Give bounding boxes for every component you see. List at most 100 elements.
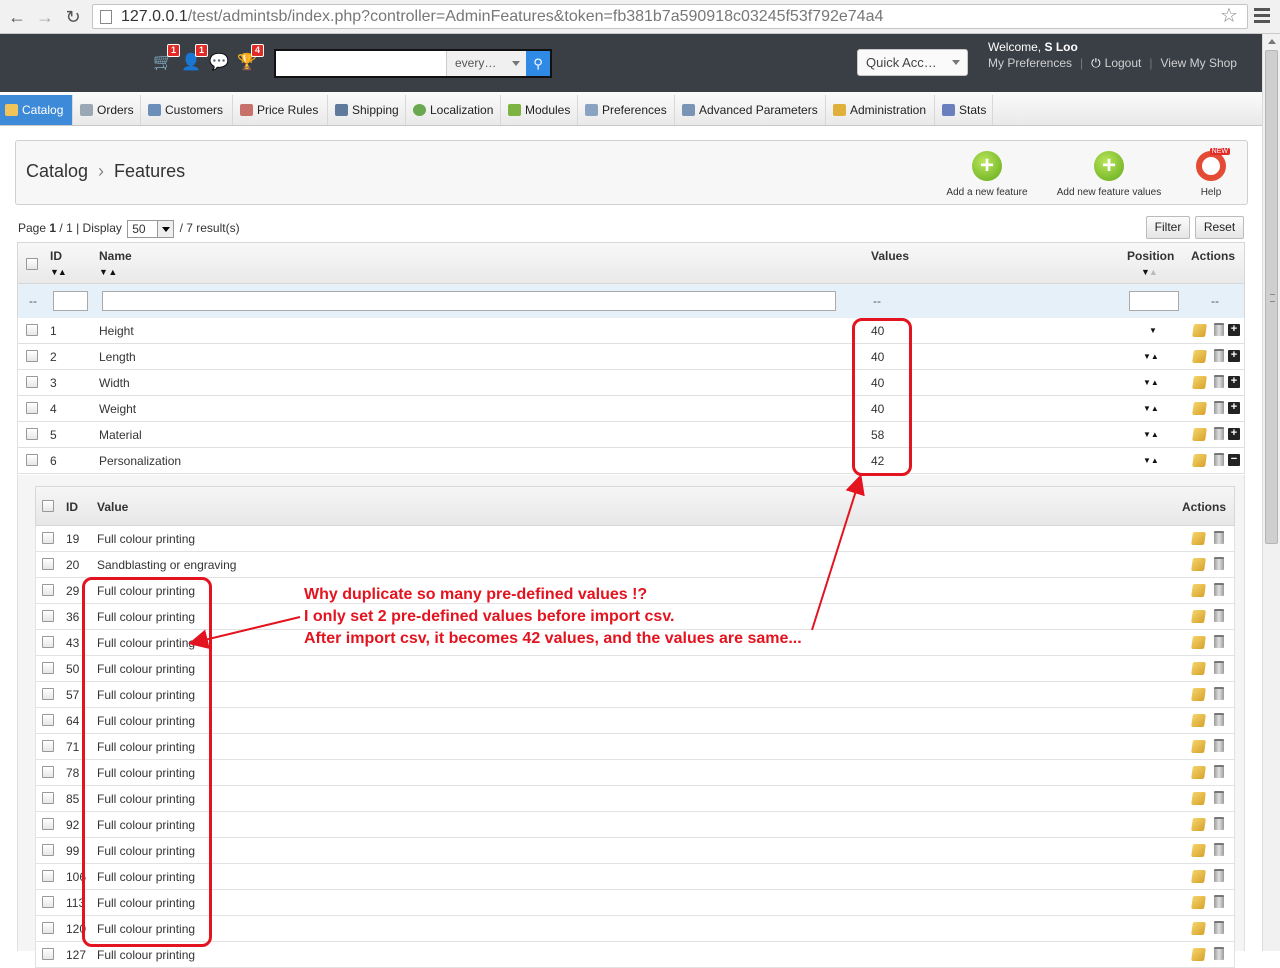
- tab-preferences[interactable]: Preferences: [580, 95, 675, 125]
- my-preferences-link[interactable]: My Preferences: [988, 56, 1072, 70]
- position-arrows[interactable]: ▼: [1149, 326, 1157, 335]
- row-checkbox[interactable]: [26, 350, 38, 362]
- edit-icon[interactable]: [1191, 662, 1206, 675]
- list-item[interactable]: 99 Full colour printing: [35, 838, 1235, 864]
- edit-icon[interactable]: [1192, 402, 1207, 415]
- list-item[interactable]: 85 Full colour printing: [35, 786, 1235, 812]
- delete-icon[interactable]: [1214, 843, 1224, 856]
- edit-icon[interactable]: [1191, 714, 1206, 727]
- row-checkbox[interactable]: [42, 948, 54, 960]
- table-row[interactable]: 2 Length 40 ▼▲ +: [17, 344, 1245, 370]
- list-item[interactable]: 113 Full colour printing: [35, 890, 1235, 916]
- row-checkbox[interactable]: [42, 662, 54, 674]
- scrollbar-thumb[interactable]: [1265, 50, 1278, 544]
- row-checkbox[interactable]: [42, 532, 54, 544]
- row-checkbox[interactable]: [42, 818, 54, 830]
- row-checkbox[interactable]: [42, 714, 54, 726]
- row-checkbox[interactable]: [26, 454, 38, 466]
- expand-icon[interactable]: +: [1228, 376, 1240, 388]
- delete-icon[interactable]: [1214, 661, 1224, 674]
- search-button[interactable]: ⚲: [526, 51, 550, 76]
- row-checkbox[interactable]: [42, 558, 54, 570]
- row-checkbox[interactable]: [42, 584, 54, 596]
- list-item[interactable]: 127 Full colour printing: [35, 942, 1235, 968]
- list-item[interactable]: 92 Full colour printing: [35, 812, 1235, 838]
- table-row[interactable]: 4 Weight 40 ▼▲ +: [17, 396, 1245, 422]
- messages-icon[interactable]: 💬: [208, 52, 230, 72]
- sort-position-icon[interactable]: ▼▲: [1141, 267, 1158, 277]
- display-count-select[interactable]: 50: [127, 220, 175, 238]
- row-checkbox[interactable]: [42, 792, 54, 804]
- page-scrollbar[interactable]: [1262, 34, 1280, 951]
- back-icon[interactable]: ←: [6, 6, 28, 28]
- list-item[interactable]: 64 Full colour printing: [35, 708, 1235, 734]
- table-row[interactable]: 1 Height 40 ▼ +: [17, 318, 1245, 344]
- table-row[interactable]: 6 Personalization 42 ▼▲ −: [17, 448, 1245, 474]
- list-item[interactable]: 71 Full colour printing: [35, 734, 1235, 760]
- browser-menu-icon[interactable]: [1254, 8, 1270, 24]
- tab-administration[interactable]: Administration: [828, 95, 935, 125]
- quick-access-select[interactable]: Quick Acc…: [857, 49, 968, 76]
- row-checkbox[interactable]: [42, 740, 54, 752]
- bookmark-star-icon[interactable]: ☆: [1220, 3, 1238, 28]
- filter-name-input[interactable]: [102, 291, 836, 311]
- row-checkbox[interactable]: [42, 896, 54, 908]
- expand-icon[interactable]: +: [1228, 402, 1240, 414]
- row-checkbox[interactable]: [26, 376, 38, 388]
- edit-icon[interactable]: [1192, 324, 1207, 337]
- row-checkbox[interactable]: [42, 870, 54, 882]
- edit-icon[interactable]: [1192, 350, 1207, 363]
- delete-icon[interactable]: [1214, 739, 1224, 752]
- edit-icon[interactable]: [1191, 948, 1206, 961]
- edit-icon[interactable]: [1191, 766, 1206, 779]
- list-item[interactable]: 120 Full colour printing: [35, 916, 1235, 942]
- edit-icon[interactable]: [1192, 428, 1207, 441]
- delete-icon[interactable]: [1214, 427, 1224, 440]
- view-my-shop-link[interactable]: View My Shop: [1160, 56, 1236, 70]
- edit-icon[interactable]: [1191, 688, 1206, 701]
- sort-name-icon[interactable]: ▼ ▲: [99, 267, 117, 277]
- tab-customers[interactable]: Customers: [143, 95, 233, 125]
- position-arrows[interactable]: ▼▲: [1143, 430, 1159, 439]
- delete-icon[interactable]: [1214, 921, 1224, 934]
- position-arrows[interactable]: ▼▲: [1143, 378, 1159, 387]
- filter-button[interactable]: Filter: [1146, 216, 1190, 239]
- tab-stats[interactable]: Stats: [937, 95, 993, 125]
- edit-icon[interactable]: [1191, 532, 1206, 545]
- delete-icon[interactable]: [1214, 713, 1224, 726]
- position-arrows[interactable]: ▼▲: [1143, 352, 1159, 361]
- delete-icon[interactable]: [1214, 375, 1224, 388]
- delete-icon[interactable]: [1214, 791, 1224, 804]
- cart-icon[interactable]: 🛒 1: [152, 44, 180, 72]
- help-button[interactable]: NEW Help: [1191, 148, 1231, 198]
- sort-id-icon[interactable]: ▼▲: [50, 267, 67, 277]
- list-item[interactable]: 20 Sandblasting or engraving: [35, 552, 1235, 578]
- delete-icon[interactable]: [1214, 401, 1224, 414]
- search-input[interactable]: [278, 53, 444, 74]
- edit-icon[interactable]: [1191, 740, 1206, 753]
- edit-icon[interactable]: [1191, 558, 1206, 571]
- delete-icon[interactable]: [1214, 765, 1224, 778]
- tab-orders[interactable]: Orders: [75, 95, 141, 125]
- edit-icon[interactable]: [1191, 818, 1206, 831]
- delete-icon[interactable]: [1214, 531, 1224, 544]
- edit-icon[interactable]: [1192, 376, 1207, 389]
- delete-icon[interactable]: [1214, 557, 1224, 570]
- delete-icon[interactable]: [1214, 349, 1224, 362]
- delete-icon[interactable]: [1214, 635, 1224, 648]
- table-row[interactable]: 3 Width 40 ▼▲ +: [17, 370, 1245, 396]
- logout-link[interactable]: Logout: [1105, 56, 1142, 70]
- edit-icon[interactable]: [1191, 792, 1206, 805]
- scroll-up-icon[interactable]: [1268, 39, 1276, 44]
- delete-icon[interactable]: [1214, 817, 1224, 830]
- list-item[interactable]: 106 Full colour printing: [35, 864, 1235, 890]
- breadcrumb-catalog[interactable]: Catalog: [26, 161, 88, 181]
- edit-icon[interactable]: [1191, 922, 1206, 935]
- forward-icon[interactable]: →: [34, 6, 56, 28]
- position-arrows[interactable]: ▼▲: [1143, 404, 1159, 413]
- row-checkbox[interactable]: [42, 688, 54, 700]
- delete-icon[interactable]: [1214, 609, 1224, 622]
- delete-icon[interactable]: [1214, 323, 1224, 336]
- row-checkbox[interactable]: [42, 636, 54, 648]
- search-scope-select[interactable]: every…: [446, 51, 526, 76]
